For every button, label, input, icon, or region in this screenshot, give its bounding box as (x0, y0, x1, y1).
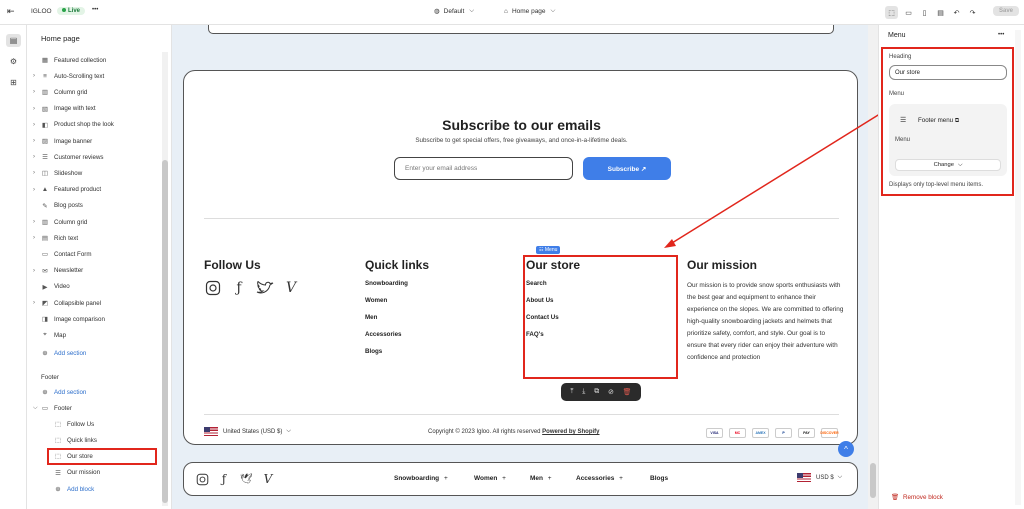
panel-scrollbar[interactable] (1015, 30, 1021, 505)
theme-editor: ⇤ IGLOO Live ••• ◍ Default ⌵ ⌂ Home page ⌵ ⬚… (0, 0, 1024, 509)
annotation-arrow (664, 111, 884, 248)
remove-block-button[interactable]: 🗑 Remove block (891, 493, 943, 501)
settings-highlight (881, 47, 1014, 196)
trash-icon: 🗑 (891, 494, 899, 501)
more-icon[interactable]: ••• (998, 32, 1004, 38)
panel-title: Menu (888, 32, 906, 39)
